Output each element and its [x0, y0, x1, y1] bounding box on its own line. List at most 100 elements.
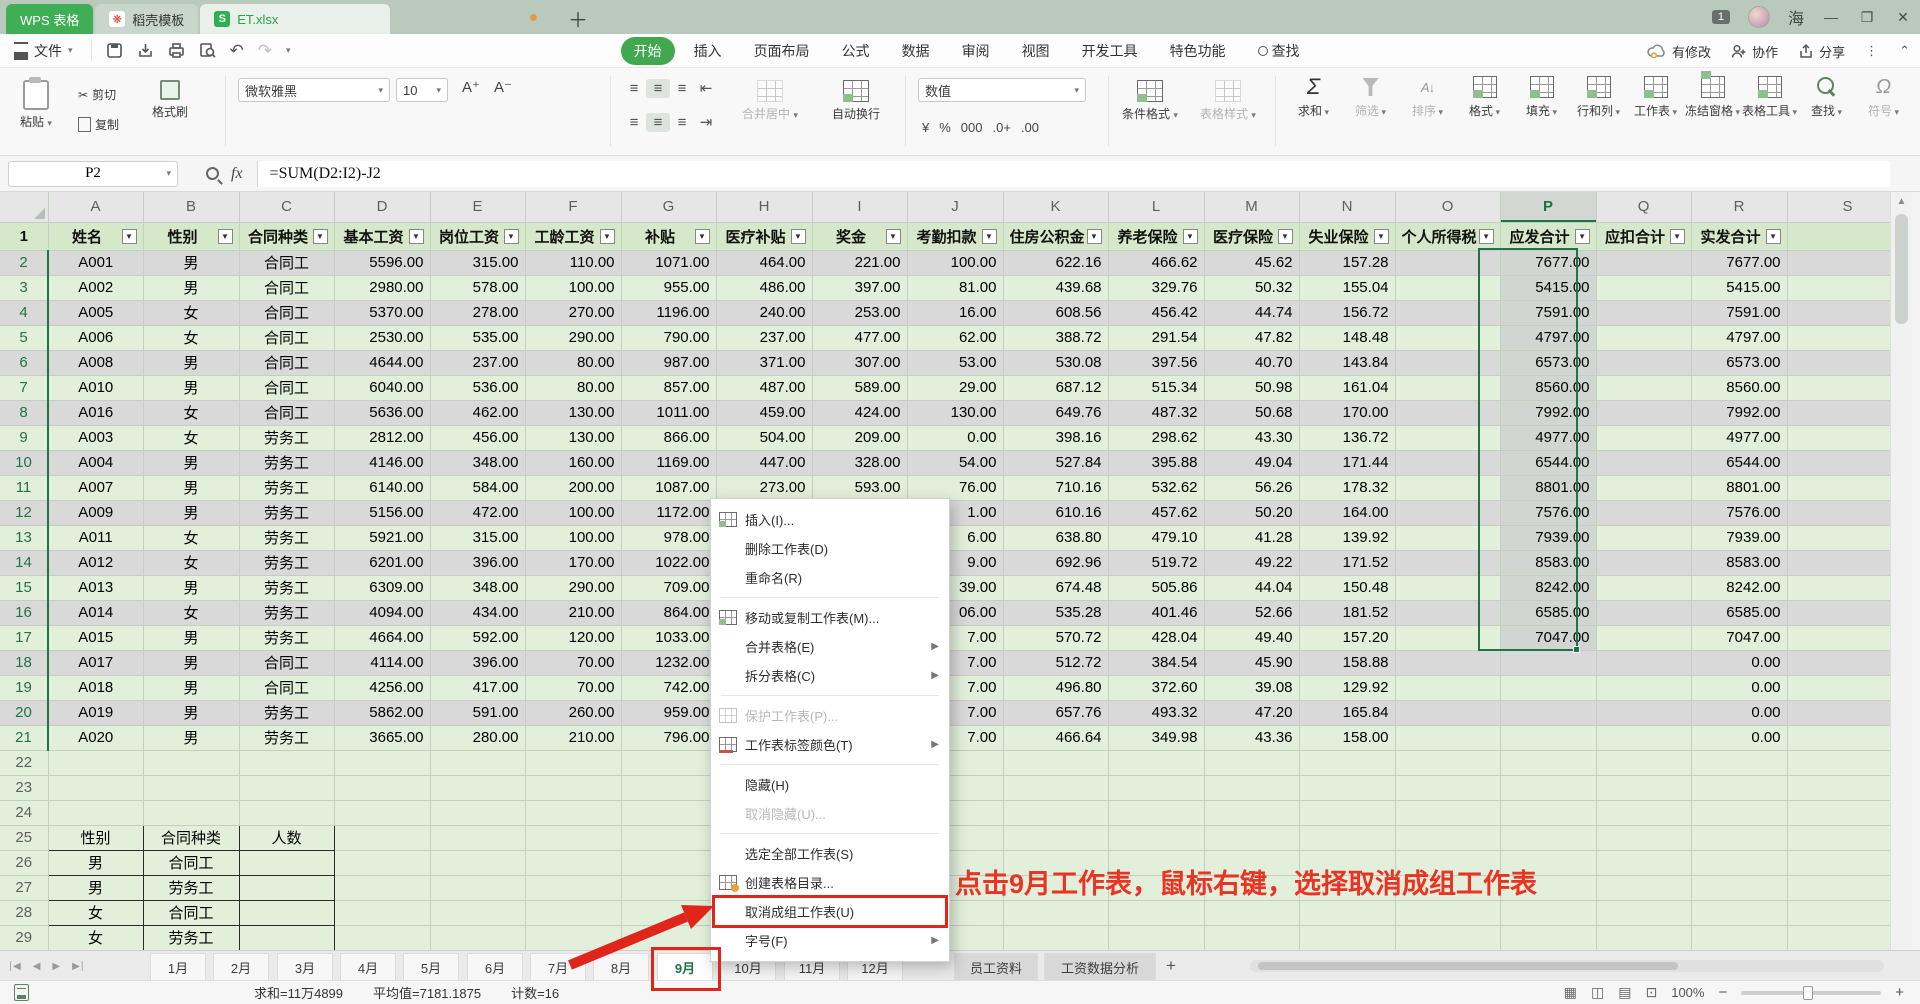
cell-E10[interactable]: 348.00	[430, 450, 526, 476]
number-button-1[interactable]: ¥	[922, 120, 929, 135]
cell-F14[interactable]: 170.00	[525, 550, 622, 576]
number-button-3[interactable]: 000	[961, 120, 983, 135]
cell-O15[interactable]	[1395, 575, 1501, 601]
sheet-tab-3[interactable]: 3月	[277, 953, 333, 981]
ribbon-tab-4[interactable]: 公式	[829, 37, 883, 65]
align-center-icon[interactable]: ≡	[646, 113, 670, 132]
page-layout-view-icon[interactable]: ◫	[1591, 984, 1604, 1001]
cell-J2[interactable]: 100.00	[907, 250, 1004, 276]
cell-B3[interactable]: 男	[143, 275, 240, 301]
row-header-28[interactable]: 28	[0, 900, 49, 926]
cell-Q25[interactable]	[1596, 825, 1692, 851]
cell-P17[interactable]: 7047.00	[1500, 625, 1597, 651]
ribbon-button-3[interactable]: 排序 ▾	[1399, 76, 1456, 119]
cell-O19[interactable]	[1395, 675, 1501, 701]
mini-table-cell-B29[interactable]: 劳务工	[142, 924, 240, 951]
cell-P14[interactable]: 8583.00	[1500, 550, 1597, 576]
ribbon-button-5[interactable]: 填充 ▾	[1513, 76, 1570, 119]
paste-button[interactable]: 粘贴 ▾	[20, 77, 52, 130]
context-menu-item-13[interactable]: 取消成组工作表(U)	[711, 895, 949, 928]
cell-M10[interactable]: 49.04	[1204, 450, 1300, 476]
collaborate-button[interactable]: 协作	[1731, 42, 1778, 61]
zoom-out-button[interactable]: −	[1718, 984, 1727, 1001]
cell-L17[interactable]: 428.04	[1108, 625, 1205, 651]
filter-dropdown-icon[interactable]: ▼	[503, 228, 519, 244]
page-break-view-icon[interactable]: ▤	[1618, 984, 1631, 1001]
cell-M24[interactable]	[1204, 800, 1300, 826]
cell-L21[interactable]: 349.98	[1108, 725, 1205, 751]
cell-D11[interactable]: 6140.00	[334, 475, 431, 501]
cell-J7[interactable]: 29.00	[907, 375, 1004, 401]
filter-header-G[interactable]: 补贴 ▼	[621, 222, 717, 251]
cell-E17[interactable]: 592.00	[430, 625, 526, 651]
cell-A7[interactable]: A010	[47, 375, 144, 401]
print-preview-icon[interactable]	[199, 42, 216, 59]
cell-C4[interactable]: 合同工	[239, 300, 335, 326]
cell-E14[interactable]: 396.00	[430, 550, 526, 576]
column-header-M[interactable]: M	[1204, 192, 1300, 223]
row-header-17[interactable]: 17	[0, 625, 49, 651]
cell-M9[interactable]: 43.30	[1204, 425, 1300, 451]
cell-H4[interactable]: 240.00	[716, 300, 813, 326]
cell-B2[interactable]: 男	[143, 250, 240, 276]
cell-D26[interactable]	[334, 850, 431, 876]
cell-P2[interactable]: 7677.00	[1500, 250, 1597, 276]
cell-L23[interactable]	[1108, 775, 1205, 801]
cell-D15[interactable]: 6309.00	[334, 575, 431, 601]
row-header-15[interactable]: 15	[0, 575, 49, 601]
ribbon-tab-2[interactable]: 插入	[681, 37, 735, 65]
cell-P21[interactable]	[1500, 725, 1597, 751]
cell-P3[interactable]: 5415.00	[1500, 275, 1597, 301]
cell-N3[interactable]: 155.04	[1299, 275, 1396, 301]
cell-M5[interactable]: 47.82	[1204, 325, 1300, 351]
cell-D19[interactable]: 4256.00	[334, 675, 431, 701]
align-top-icon[interactable]: ≡	[622, 79, 646, 98]
cell-J3[interactable]: 81.00	[907, 275, 1004, 301]
cell-B15[interactable]: 男	[143, 575, 240, 601]
cell-K29[interactable]	[1003, 925, 1109, 951]
cell-E4[interactable]: 278.00	[430, 300, 526, 326]
cell-G9[interactable]: 866.00	[621, 425, 717, 451]
cell-K16[interactable]: 535.28	[1003, 600, 1109, 626]
filter-header-F[interactable]: 工龄工资 ▼	[525, 222, 622, 251]
cell-N24[interactable]	[1299, 800, 1396, 826]
cell-Q13[interactable]	[1596, 525, 1692, 551]
cell-R21[interactable]: 0.00	[1691, 725, 1788, 751]
cell-E6[interactable]: 237.00	[430, 350, 526, 376]
cell-B12[interactable]: 男	[143, 500, 240, 526]
cell-Q20[interactable]	[1596, 700, 1692, 726]
ribbon-tab-7[interactable]: 视图	[1009, 37, 1063, 65]
cell-H3[interactable]: 486.00	[716, 275, 813, 301]
filter-header-P[interactable]: 应发合计 ▼	[1500, 222, 1597, 251]
filter-dropdown-icon[interactable]: ▼	[217, 228, 233, 244]
context-menu-item-5[interactable]: 合并表格(E) ▶	[711, 632, 949, 661]
cell-K10[interactable]: 527.84	[1003, 450, 1109, 476]
cell-R4[interactable]: 7591.00	[1691, 300, 1788, 326]
cell-Q19[interactable]	[1596, 675, 1692, 701]
cell-L5[interactable]: 291.54	[1108, 325, 1205, 351]
cell-G15[interactable]: 709.00	[621, 575, 717, 601]
cell-B21[interactable]: 男	[143, 725, 240, 751]
filter-dropdown-icon[interactable]: ▼	[694, 228, 710, 244]
filter-header-R[interactable]: 实发合计 ▼	[1691, 222, 1788, 251]
cell-E24[interactable]	[430, 800, 526, 826]
cell-O5[interactable]	[1395, 325, 1501, 351]
row-header-22[interactable]: 22	[0, 750, 49, 776]
cell-A15[interactable]: A013	[47, 575, 144, 601]
cell-P20[interactable]	[1500, 700, 1597, 726]
cell-B13[interactable]: 女	[143, 525, 240, 551]
cell-I7[interactable]: 589.00	[812, 375, 908, 401]
cell-A13[interactable]: A011	[47, 525, 144, 551]
cell-C7[interactable]: 合同工	[239, 375, 335, 401]
cell-O7[interactable]	[1395, 375, 1501, 401]
mini-table-cell-A25[interactable]: 性别	[47, 824, 144, 851]
cell-P29[interactable]	[1500, 925, 1597, 951]
formula-input[interactable]: =SUM(D2:I2)-J2	[256, 160, 1890, 187]
cell-I8[interactable]: 424.00	[812, 400, 908, 426]
filter-dropdown-icon[interactable]: ▼	[1373, 228, 1389, 244]
cell-L22[interactable]	[1108, 750, 1205, 776]
cell-R17[interactable]: 7047.00	[1691, 625, 1788, 651]
cell-K9[interactable]: 398.16	[1003, 425, 1109, 451]
cell-L14[interactable]: 519.72	[1108, 550, 1205, 576]
cell-A2[interactable]: A001	[47, 250, 144, 276]
